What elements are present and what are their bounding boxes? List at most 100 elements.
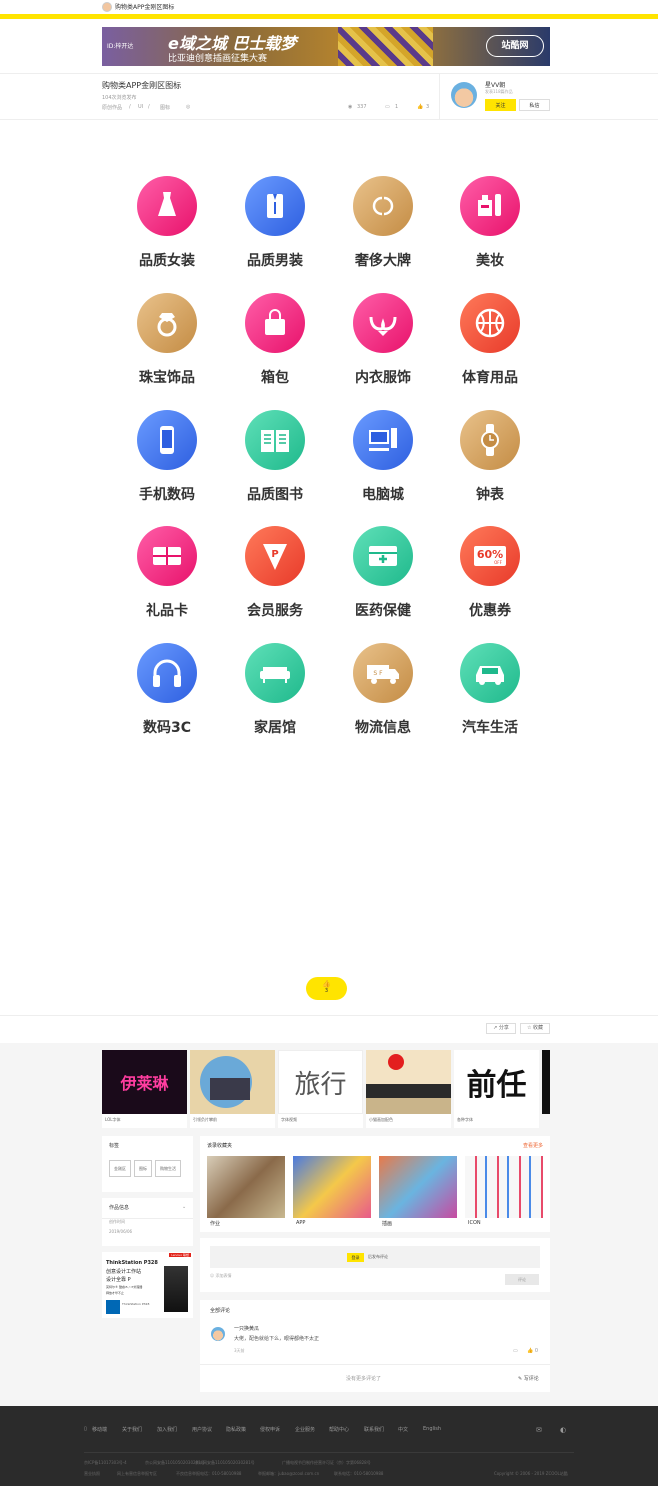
views-count: 337 xyxy=(357,104,367,110)
author-avatar[interactable] xyxy=(451,82,477,108)
footer-link[interactable]: 中文 xyxy=(398,1426,408,1433)
category-item[interactable]: 珠宝饰品 xyxy=(112,293,222,410)
category-link[interactable]: 原创作品 xyxy=(102,104,122,111)
write-comment-button[interactable]: ✎ 写评论 xyxy=(518,1375,539,1382)
category-item[interactable]: 家居馆 xyxy=(220,643,330,760)
all-comments-title: 全部评论 xyxy=(210,1308,231,1314)
category-icon-circle xyxy=(137,643,197,703)
footer-link[interactable]: 营业执照 xyxy=(84,1471,100,1477)
commenter-name[interactable]: 一只换黄瓜 xyxy=(234,1325,259,1332)
ad-price: ThinkStation P328 xyxy=(122,1302,150,1306)
footer-link[interactable]: 加入我们 xyxy=(157,1426,177,1433)
related-work-card[interactable]: 引领负片攀前 xyxy=(190,1050,275,1128)
collection-thumb[interactable] xyxy=(465,1156,543,1218)
wechat-icon[interactable]: ✉ xyxy=(536,1426,542,1434)
collections-more[interactable]: 查看更多 xyxy=(523,1142,543,1149)
category-icon-circle xyxy=(137,526,197,586)
follow-button[interactable]: 关注 xyxy=(485,99,516,111)
sofa-icon xyxy=(260,667,290,683)
collection-thumb[interactable] xyxy=(379,1156,457,1218)
category-item[interactable]: 品质图书 xyxy=(220,410,330,527)
footer-link[interactable]: 企业服务 xyxy=(295,1426,315,1433)
chevron-down-icon[interactable]: ⌄ xyxy=(182,1204,186,1210)
category-item[interactable]: 品质女装 xyxy=(112,176,222,293)
svg-text:P: P xyxy=(271,549,278,560)
category-icon-circle: P xyxy=(245,526,305,586)
author-name[interactable]: 星VV朝 xyxy=(485,80,505,89)
collection-label: 作业 xyxy=(210,1221,221,1227)
info-title: 作品信息 xyxy=(109,1205,130,1211)
category-label: 品质图书 xyxy=(247,487,303,503)
collect-button[interactable]: ☆ 收藏 xyxy=(520,1023,550,1034)
share-button[interactable]: ↗ 分享 xyxy=(486,1023,516,1034)
footer-license: 广播电视节目制作经营许可证（京）字第06828号 xyxy=(282,1460,371,1465)
related-thumb: 前任 xyxy=(454,1050,539,1114)
car-icon xyxy=(476,666,504,685)
thumb-icon: 👍 xyxy=(322,980,331,988)
tag-item[interactable]: 图标 xyxy=(134,1160,152,1177)
footer-link[interactable]: 移动端 xyxy=(92,1426,107,1433)
commenter-avatar[interactable] xyxy=(211,1327,225,1341)
gift-card-icon xyxy=(153,547,181,565)
type-link[interactable]: 图标 xyxy=(160,104,170,111)
emoji-button[interactable]: ☺ 添加表情 xyxy=(210,1273,231,1279)
submit-comment-button[interactable]: 评论 xyxy=(505,1274,539,1285)
category-item[interactable]: 箱包 xyxy=(220,293,330,410)
footer-link[interactable]: English xyxy=(423,1426,441,1432)
collection-thumb[interactable] xyxy=(293,1156,371,1218)
category-item[interactable]: 美妆 xyxy=(435,176,545,293)
category-icon-circle xyxy=(353,526,413,586)
category-item[interactable]: 礼品卡 xyxy=(112,526,222,643)
category-item[interactable]: 钟表 xyxy=(435,410,545,527)
ad-line3: 英特尔® 酷睿i5 / i7处理器 xyxy=(106,1285,143,1289)
comment-time: 3天前 xyxy=(234,1348,245,1353)
category-item[interactable]: 60% OFF 优惠券 xyxy=(435,526,545,643)
footer-link[interactable]: 关于我们 xyxy=(122,1426,142,1433)
computer-icon xyxy=(369,428,397,451)
reply-icon[interactable]: ▭ xyxy=(513,1348,518,1354)
footer-link[interactable]: 隐私政策 xyxy=(226,1426,246,1433)
related-work-card[interactable]: 前任 各种字体 xyxy=(454,1050,539,1128)
category-item[interactable]: 体育用品 xyxy=(435,293,545,410)
banner-subtitle: 比亚迪创意插画征集大赛 xyxy=(168,54,268,64)
category-item[interactable]: 品质男装 xyxy=(220,176,330,293)
category-item[interactable]: 汽车生活 xyxy=(435,643,545,760)
tag-item[interactable]: 购物生活 xyxy=(155,1160,181,1177)
category-label: 家居馆 xyxy=(254,720,296,736)
like-button[interactable]: 👍 3 xyxy=(306,977,347,1000)
footer-link[interactable]: 联系我们 xyxy=(364,1426,384,1433)
category-label: 体育用品 xyxy=(462,370,518,386)
lenovo-ad[interactable]: Lenovo 联想 ThinkStation P328 创意设计工作站 设计全靠… xyxy=(102,1252,193,1318)
weibo-icon[interactable]: ◐ xyxy=(560,1426,566,1434)
comment-like[interactable]: 👍 0 xyxy=(527,1348,538,1354)
avatar[interactable] xyxy=(102,2,112,12)
login-button[interactable]: 登录 xyxy=(347,1253,364,1262)
collection-thumb[interactable] xyxy=(207,1156,285,1218)
category-item[interactable]: 电脑城 xyxy=(328,410,438,527)
related-next-peek[interactable] xyxy=(542,1050,550,1114)
ad-line2: 设计全靠 P xyxy=(106,1277,131,1283)
tag-item[interactable]: 金刚区 xyxy=(109,1160,131,1177)
category-item[interactable]: 手机数码 xyxy=(112,410,222,527)
footer-link[interactable]: 侵权申诉 xyxy=(260,1426,280,1433)
category-item[interactable]: 内衣服饰 xyxy=(328,293,438,410)
breadcrumb-sep: / xyxy=(129,104,131,110)
category-icon-circle xyxy=(137,410,197,470)
divider xyxy=(0,119,658,120)
category-item[interactable]: 数码3C xyxy=(112,643,222,760)
message-button[interactable]: 私信 xyxy=(519,99,550,111)
category-item[interactable]: P 会员服务 xyxy=(220,526,330,643)
category-item[interactable]: 医药保健 xyxy=(328,526,438,643)
category-item[interactable]: 奢侈大牌 xyxy=(328,176,438,293)
promo-banner[interactable]: ID:梓开达 e域之城 巴士载梦 比亚迪创意插画征集大赛 站酷网 xyxy=(102,27,550,66)
footer-link[interactable]: 帮助中心 xyxy=(329,1426,349,1433)
views-icon: ◉ xyxy=(348,104,353,110)
category-item[interactable]: S F 物流信息 xyxy=(328,643,438,760)
related-work-card[interactable]: 旅行 字体视频 xyxy=(278,1050,363,1128)
related-work-card[interactable]: 小猫画加配色 xyxy=(366,1050,451,1128)
footer-link[interactable]: 网上有害信息举报专区 xyxy=(117,1471,157,1477)
footer-link[interactable]: 用户协议 xyxy=(192,1426,212,1433)
related-work-card[interactable]: 伊莱琳 LOL字体 xyxy=(102,1050,187,1128)
subcategory-link[interactable]: UI xyxy=(138,104,143,110)
like-icon: 👍 xyxy=(417,104,424,110)
